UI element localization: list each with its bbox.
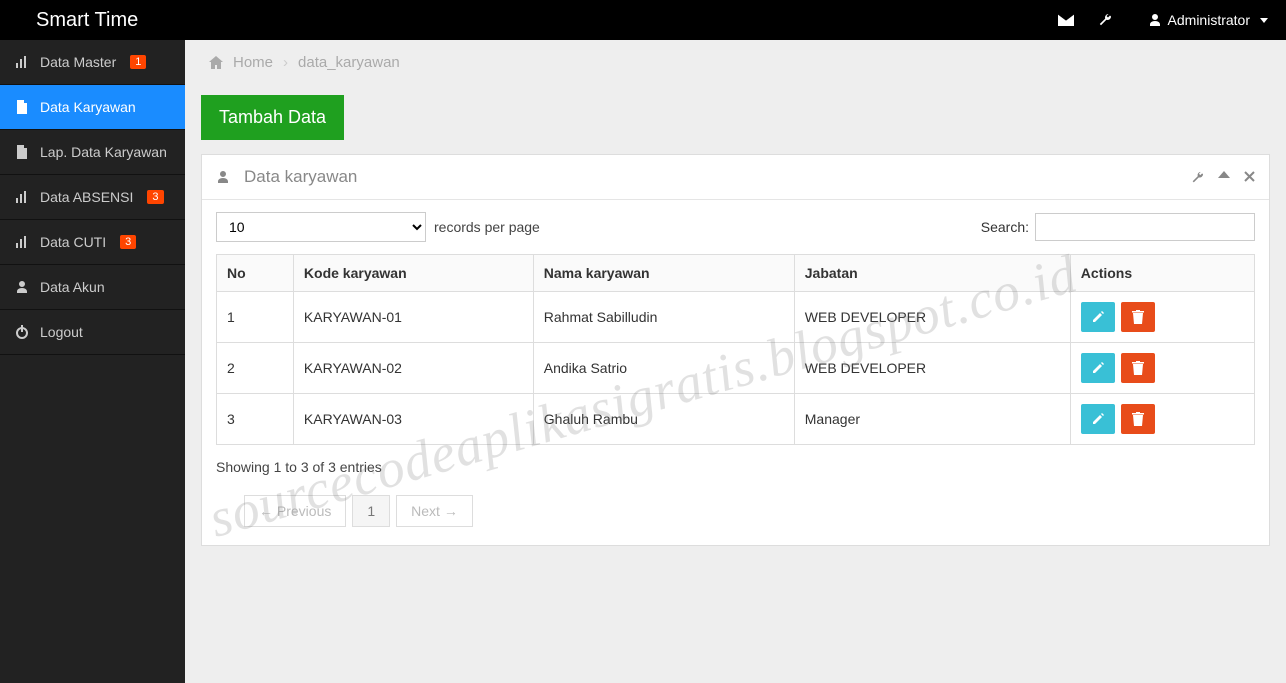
sidebar-item-label: Lap. Data Karyawan — [40, 144, 167, 160]
brand: Smart Time — [0, 9, 158, 32]
breadcrumb-home[interactable]: Home — [233, 54, 273, 71]
sidebar-item-data-master[interactable]: Data Master 1 — [0, 40, 185, 85]
records-per-page-label: records per page — [434, 219, 540, 235]
cell-kode: KARYAWAN-01 — [293, 292, 533, 343]
page-length-select[interactable]: 10 — [216, 212, 426, 242]
table-row: 3KARYAWAN-03Ghaluh RambuManager — [217, 394, 1255, 445]
add-data-button[interactable]: Tambah Data — [201, 95, 344, 140]
close-icon[interactable] — [1244, 171, 1255, 184]
cell-jabatan: WEB DEVELOPER — [794, 292, 1070, 343]
table-row: 1KARYAWAN-01Rahmat SabilludinWEB DEVELOP… — [217, 292, 1255, 343]
delete-button[interactable] — [1121, 404, 1155, 434]
edit-button[interactable] — [1081, 302, 1115, 332]
search-label: Search: — [981, 219, 1029, 235]
col-kode[interactable]: Kode karyawan — [293, 255, 533, 292]
col-nama[interactable]: Nama karyawan — [533, 255, 794, 292]
col-actions: Actions — [1070, 255, 1254, 292]
bar-chart-icon — [14, 235, 30, 249]
user-label: Administrator — [1168, 12, 1250, 28]
badge: 3 — [147, 190, 163, 204]
pagination: ← Previous 1 Next → — [216, 495, 1255, 527]
home-icon — [209, 56, 223, 69]
sidebar-item-label: Data Akun — [40, 279, 105, 295]
sidebar-item-logout[interactable]: Logout — [0, 310, 185, 355]
sidebar: Data Master 1 Data Karyawan Lap. Data Ka… — [0, 40, 185, 683]
chevron-right-icon: › — [283, 54, 288, 71]
topbar: Smart Time Administrator — [0, 0, 1286, 40]
delete-button[interactable] — [1121, 353, 1155, 383]
cell-jabatan: Manager — [794, 394, 1070, 445]
cell-no: 1 — [217, 292, 294, 343]
sidebar-item-label: Data Karyawan — [40, 99, 136, 115]
user-icon — [216, 170, 230, 184]
main-content: Home › data_karyawan Tambah Data Data ka… — [185, 40, 1286, 683]
page-1-button[interactable]: 1 — [352, 495, 390, 527]
panel: Data karyawan 10 records per page Search… — [201, 154, 1270, 546]
cell-no: 3 — [217, 394, 294, 445]
bar-chart-icon — [14, 190, 30, 204]
cell-no: 2 — [217, 343, 294, 394]
edit-button[interactable] — [1081, 404, 1115, 434]
wrench-icon[interactable] — [1098, 13, 1138, 27]
cell-kode: KARYAWAN-02 — [293, 343, 533, 394]
sidebar-item-label: Data CUTI — [40, 234, 106, 250]
bar-chart-icon — [14, 55, 30, 69]
wrench-icon[interactable] — [1191, 171, 1204, 184]
breadcrumb-current: data_karyawan — [298, 54, 400, 71]
sidebar-item-label: Logout — [40, 324, 83, 340]
cell-nama: Rahmat Sabilludin — [533, 292, 794, 343]
cell-nama: Ghaluh Rambu — [533, 394, 794, 445]
delete-button[interactable] — [1121, 302, 1155, 332]
breadcrumb: Home › data_karyawan — [185, 40, 1286, 85]
sidebar-item-data-cuti[interactable]: Data CUTI 3 — [0, 220, 185, 265]
sidebar-item-label: Data ABSENSI — [40, 189, 133, 205]
sidebar-item-label: Data Master — [40, 54, 116, 70]
search-input[interactable] — [1035, 213, 1255, 241]
col-no[interactable]: No — [217, 255, 294, 292]
prev-button[interactable]: ← Previous — [244, 495, 346, 527]
badge: 1 — [130, 55, 146, 69]
table-row: 2KARYAWAN-02Andika SatrioWEB DEVELOPER — [217, 343, 1255, 394]
sidebar-item-data-karyawan[interactable]: Data Karyawan — [0, 85, 185, 130]
next-button[interactable]: Next → — [396, 495, 473, 527]
sidebar-item-lap-data-karyawan[interactable]: Lap. Data Karyawan — [0, 130, 185, 175]
chevron-up-icon[interactable] — [1218, 171, 1230, 184]
data-table: No Kode karyawan Nama karyawan Jabatan A… — [216, 254, 1255, 445]
file-icon — [14, 100, 30, 114]
chevron-down-icon — [1260, 18, 1268, 23]
cell-nama: Andika Satrio — [533, 343, 794, 394]
cell-kode: KARYAWAN-03 — [293, 394, 533, 445]
sidebar-item-data-absensi[interactable]: Data ABSENSI 3 — [0, 175, 185, 220]
mail-icon[interactable] — [1058, 14, 1098, 26]
user-menu[interactable]: Administrator — [1138, 12, 1286, 28]
table-info: Showing 1 to 3 of 3 entries — [216, 459, 1255, 475]
badge: 3 — [120, 235, 136, 249]
user-icon — [1148, 13, 1162, 27]
panel-title: Data karyawan — [244, 167, 357, 187]
edit-button[interactable] — [1081, 353, 1115, 383]
file-icon — [14, 145, 30, 159]
col-jabatan[interactable]: Jabatan — [794, 255, 1070, 292]
panel-header: Data karyawan — [202, 155, 1269, 200]
cell-jabatan: WEB DEVELOPER — [794, 343, 1070, 394]
user-icon — [14, 280, 30, 294]
power-icon — [14, 325, 30, 339]
sidebar-item-data-akun[interactable]: Data Akun — [0, 265, 185, 310]
